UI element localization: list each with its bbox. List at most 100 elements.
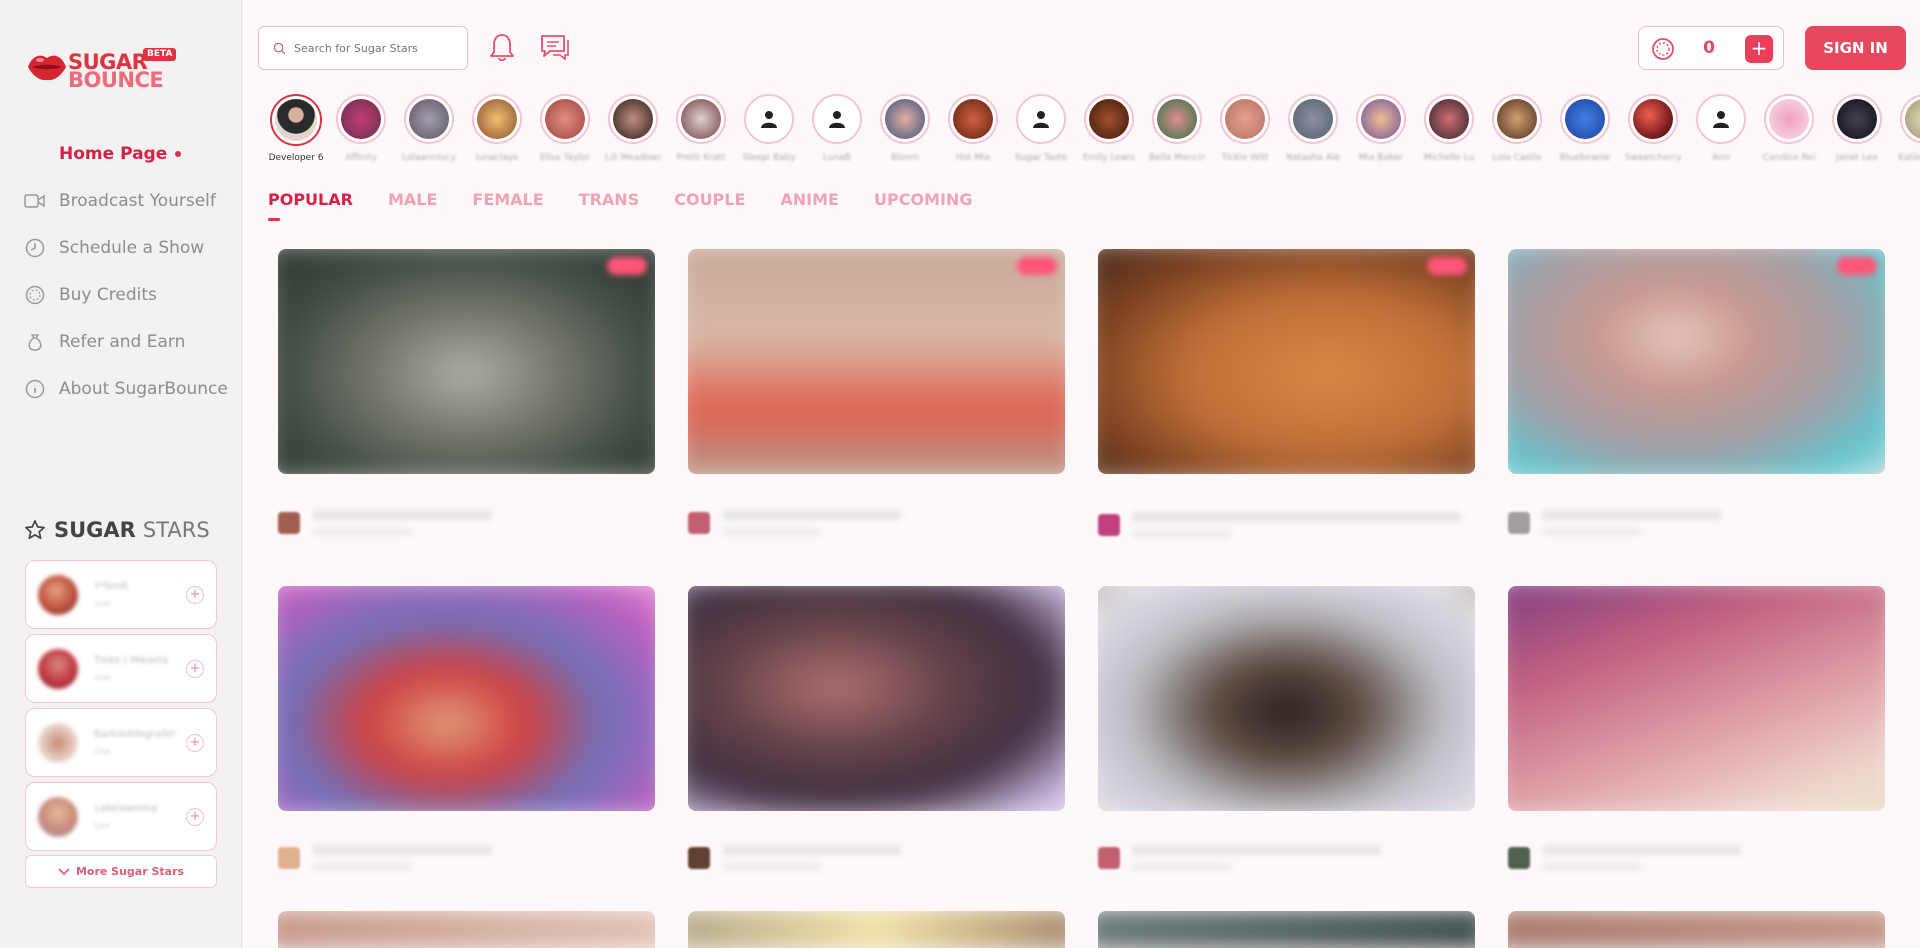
stream-thumbnail bbox=[278, 586, 655, 811]
story-item[interactable]: Lili Meadows bbox=[605, 94, 661, 168]
story-avatar bbox=[676, 94, 726, 144]
nav-home-page[interactable]: Home Page bbox=[0, 130, 242, 177]
story-item[interactable]: Elise Taylor bbox=[537, 94, 593, 168]
story-item[interactable]: Developer 6 bbox=[268, 94, 324, 168]
story-item[interactable]: Pretti Kratt bbox=[673, 94, 729, 168]
story-item[interactable]: Affinity bbox=[333, 94, 389, 168]
stream-thumbnail bbox=[1098, 249, 1475, 474]
story-name: Katie Yellow bbox=[1898, 153, 1920, 163]
nav-home-page-label: Home Page bbox=[59, 143, 168, 164]
nav-schedule-show[interactable]: Schedule a Show bbox=[0, 224, 242, 271]
search-box[interactable] bbox=[258, 26, 468, 70]
stream-meta[interactable] bbox=[688, 508, 1065, 548]
bell-notifications-icon[interactable] bbox=[489, 32, 515, 62]
stream-card[interactable] bbox=[688, 911, 1065, 948]
story-name: Ann bbox=[1712, 153, 1730, 163]
story-item[interactable]: Mia Baker bbox=[1353, 94, 1409, 168]
stream-card[interactable] bbox=[278, 586, 655, 811]
tab-popular[interactable]: POPULAR bbox=[268, 190, 353, 221]
story-item[interactable]: Lola Castle bbox=[1489, 94, 1545, 168]
stream-meta[interactable] bbox=[1508, 508, 1885, 548]
stream-thumbnail bbox=[1508, 249, 1885, 474]
story-item[interactable]: Katie Yellow bbox=[1897, 94, 1920, 168]
tab-anime[interactable]: ANIME bbox=[780, 190, 839, 209]
streamer-avatar bbox=[278, 512, 300, 534]
default-user-icon bbox=[1033, 111, 1049, 128]
story-name: Mia Baker bbox=[1358, 153, 1404, 163]
story-item[interactable]: Tickle Witt bbox=[1217, 94, 1273, 168]
stream-card[interactable] bbox=[1508, 586, 1885, 811]
sugar-star-card[interactable]: Y*brolt Live + bbox=[25, 560, 217, 629]
chat-messages-icon[interactable] bbox=[540, 33, 570, 61]
search-input[interactable] bbox=[294, 41, 454, 55]
story-item[interactable]: Ann bbox=[1693, 94, 1749, 168]
stream-card[interactable] bbox=[688, 586, 1065, 811]
tab-female[interactable]: FEMALE bbox=[472, 190, 543, 209]
sugar-star-name: Tieko | Mikaela bbox=[94, 655, 169, 666]
story-item[interactable]: Emily Lewis bbox=[1081, 94, 1137, 168]
stream-card[interactable] bbox=[1508, 249, 1885, 474]
stream-card[interactable] bbox=[1098, 249, 1475, 474]
stream-title-placeholder bbox=[1132, 845, 1382, 855]
stream-card[interactable] bbox=[1508, 911, 1885, 948]
stream-card[interactable] bbox=[688, 249, 1065, 474]
stream-card[interactable] bbox=[1098, 911, 1475, 948]
stream-meta[interactable] bbox=[1508, 843, 1885, 883]
nav-refer-earn[interactable]: Refer and Earn bbox=[0, 318, 242, 365]
story-item[interactable]: Sweetcherry bbox=[1625, 94, 1681, 168]
stream-meta[interactable] bbox=[278, 508, 655, 548]
story-item[interactable]: Bluebeanie bbox=[1557, 94, 1613, 168]
stream-meta[interactable] bbox=[1098, 510, 1475, 550]
stream-meta[interactable] bbox=[688, 843, 1065, 883]
stream-card[interactable] bbox=[278, 911, 655, 948]
nav-about[interactable]: About SugarBounce bbox=[0, 365, 242, 412]
stream-title-placeholder bbox=[312, 845, 492, 855]
follow-plus-button[interactable]: + bbox=[186, 586, 204, 604]
more-sugar-stars-button[interactable]: More Sugar Stars bbox=[25, 855, 217, 888]
follow-plus-button[interactable]: + bbox=[186, 734, 204, 752]
logo-word-bounce: BOUNCE bbox=[68, 68, 164, 92]
story-avatar bbox=[1832, 94, 1882, 144]
stream-subtitle-placeholder bbox=[1542, 863, 1642, 871]
story-item[interactable]: Hot Mia bbox=[945, 94, 1001, 168]
story-item[interactable]: Lolaannlucy bbox=[401, 94, 457, 168]
story-name: Pretti Kratt bbox=[676, 153, 726, 163]
tab-male[interactable]: MALE bbox=[388, 190, 437, 209]
stream-meta[interactable] bbox=[1098, 843, 1475, 883]
follow-plus-button[interactable]: + bbox=[186, 808, 204, 826]
story-item[interactable]: Sleepi Baby bbox=[741, 94, 797, 168]
tab-couple[interactable]: COUPLE bbox=[674, 190, 745, 209]
stream-title-placeholder bbox=[1132, 512, 1462, 522]
nav-broadcast-yourself[interactable]: Broadcast Yourself bbox=[0, 177, 242, 224]
sugar-stars-title-bold: SUGAR bbox=[54, 518, 136, 542]
story-item[interactable]: Natasha Ale bbox=[1285, 94, 1341, 168]
story-item[interactable]: Bella Mancini bbox=[1149, 94, 1205, 168]
nav-buy-credits[interactable]: Buy Credits bbox=[0, 271, 242, 318]
stream-meta[interactable] bbox=[278, 843, 655, 883]
tab-trans[interactable]: TRANS bbox=[579, 190, 640, 209]
sign-in-button[interactable]: SIGN IN bbox=[1805, 26, 1906, 70]
add-credits-button[interactable]: + bbox=[1745, 35, 1773, 63]
story-item[interactable]: Bloom bbox=[877, 94, 933, 168]
stream-card[interactable] bbox=[1098, 586, 1475, 811]
tab-upcoming[interactable]: UPCOMING bbox=[874, 190, 972, 209]
story-name: Lola Castle bbox=[1492, 153, 1542, 163]
story-item[interactable]: Michelle Lu bbox=[1421, 94, 1477, 168]
story-item[interactable]: Janet Lee bbox=[1829, 94, 1885, 168]
follow-plus-button[interactable]: + bbox=[186, 660, 204, 678]
story-item[interactable]: Sugar Taste bbox=[1013, 94, 1069, 168]
sugar-star-card[interactable]: Lakeisamma Live + bbox=[25, 782, 217, 851]
stream-card[interactable] bbox=[278, 249, 655, 474]
sugar-star-card[interactable]: BarbieAllegraStr Live + bbox=[25, 708, 217, 777]
story-item[interactable]: Candice Rei bbox=[1761, 94, 1817, 168]
story-avatar bbox=[1016, 94, 1066, 144]
story-item[interactable]: lunaclaye bbox=[469, 94, 525, 168]
sugar-star-card[interactable]: Tieko | Mikaela Live + bbox=[25, 634, 217, 703]
sugarbounce-logo[interactable]: SUGAR BOUNCE BETA bbox=[26, 46, 186, 94]
stream-subtitle-placeholder bbox=[312, 863, 412, 871]
nav-buy-credits-label: Buy Credits bbox=[59, 284, 157, 305]
story-item[interactable]: LunaB bbox=[809, 94, 865, 168]
story-avatar bbox=[1152, 94, 1202, 144]
story-name: Developer 6 bbox=[268, 153, 324, 163]
active-dot-icon bbox=[175, 150, 182, 157]
